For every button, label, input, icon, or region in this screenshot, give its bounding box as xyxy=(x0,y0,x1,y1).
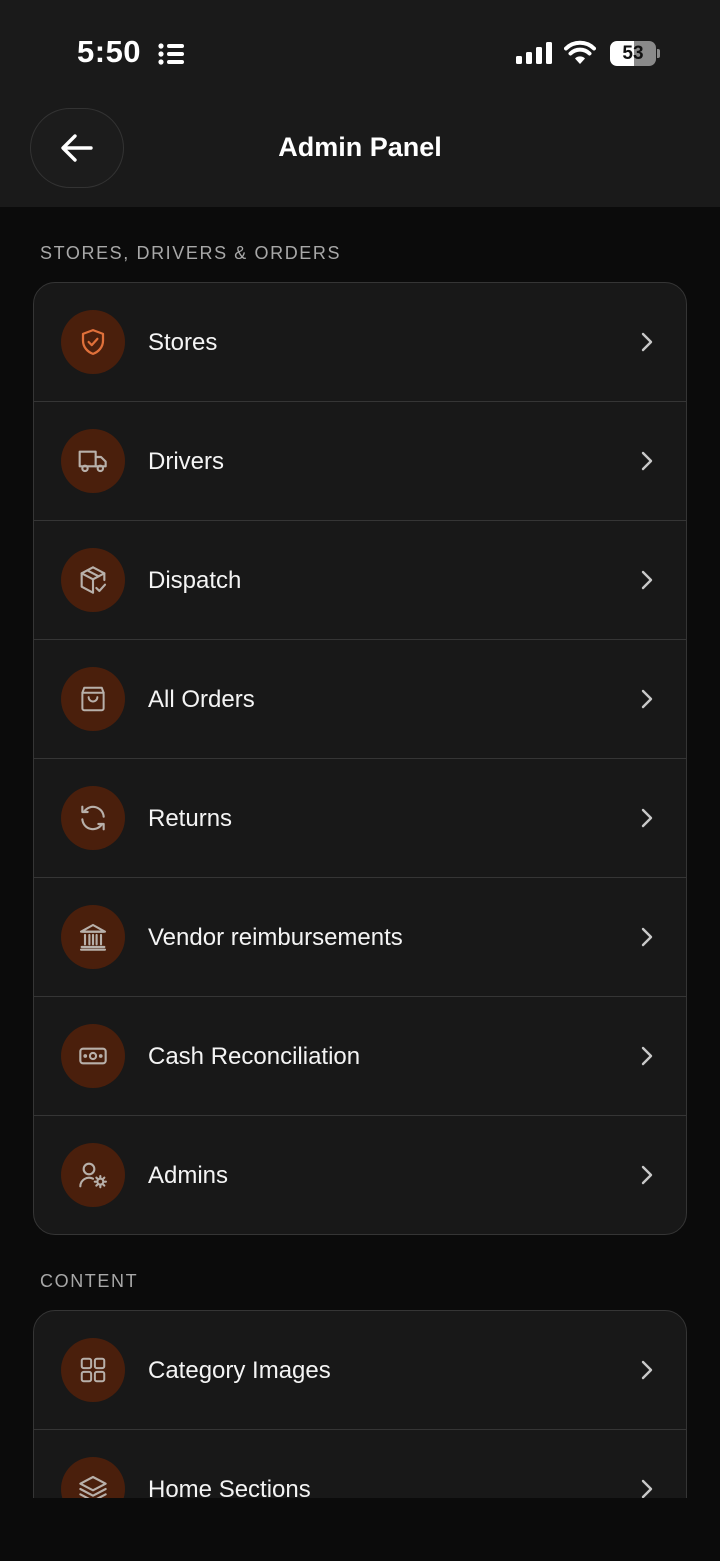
menu-item-vendor-reimbursements[interactable]: Vendor reimbursements xyxy=(34,878,686,997)
chevron-right-icon xyxy=(641,1360,653,1380)
menu-item-label: Dispatch xyxy=(148,567,242,594)
cellular-signal-icon xyxy=(516,42,552,64)
chevron-right-icon xyxy=(641,332,653,352)
header-bar: 5:50 53 Admin Panel xyxy=(0,0,720,207)
list-icon xyxy=(158,43,184,65)
menu-item-admins[interactable]: Admins xyxy=(34,1116,686,1234)
battery-percent: 53 xyxy=(622,43,644,64)
battery-indicator: 53 xyxy=(610,41,656,66)
chevron-right-icon xyxy=(641,1479,653,1499)
chevron-right-icon xyxy=(641,689,653,709)
battery-nub xyxy=(657,49,660,58)
menu-item-label: Stores xyxy=(148,329,218,356)
section-card-stores-drivers-orders: Stores Drivers Dispatch All Orders Retur… xyxy=(33,282,687,1235)
menu-item-cash-reconciliation[interactable]: Cash Reconciliation xyxy=(34,997,686,1116)
wifi-icon xyxy=(564,40,596,64)
status-time: 5:50 xyxy=(77,34,142,69)
shopping-bag-icon xyxy=(81,686,105,712)
banknote-icon xyxy=(79,1047,107,1065)
menu-item-label: Admins xyxy=(148,1162,229,1189)
menu-item-label: Returns xyxy=(148,805,233,832)
menu-item-drivers[interactable]: Drivers xyxy=(34,402,686,521)
package-check-icon xyxy=(80,566,107,594)
shield-check-icon xyxy=(81,329,105,355)
chevron-right-icon xyxy=(641,927,653,947)
chevron-right-icon xyxy=(641,451,653,471)
chevron-right-icon xyxy=(641,1165,653,1185)
chevron-right-icon xyxy=(641,570,653,590)
menu-item-stores[interactable]: Stores xyxy=(34,283,686,402)
chevron-right-icon xyxy=(641,808,653,828)
section-label-stores-drivers-orders: STORES, DRIVERS & ORDERS xyxy=(40,243,342,263)
page-title: Admin Panel xyxy=(278,132,442,162)
refresh-icon xyxy=(81,805,105,831)
menu-item-all-orders[interactable]: All Orders xyxy=(34,640,686,759)
bottom-safe-area xyxy=(0,1498,720,1561)
grid-icon xyxy=(80,1357,106,1383)
menu-item-label: All Orders xyxy=(148,686,255,713)
menu-item-label: Drivers xyxy=(148,448,224,475)
menu-item-dispatch[interactable]: Dispatch xyxy=(34,521,686,640)
admin-panel-screen: 5:50 53 Admin Panel STORES, DRIVERS & OR… xyxy=(0,0,720,1561)
truck-icon xyxy=(78,450,107,473)
menu-item-label: Category Images xyxy=(148,1357,331,1384)
chevron-right-icon xyxy=(641,1046,653,1066)
menu-item-category-images[interactable]: Category Images xyxy=(34,1311,686,1430)
menu-item-label: Cash Reconciliation xyxy=(148,1043,361,1070)
section-label-content: CONTENT xyxy=(40,1271,139,1291)
menu-item-label: Vendor reimbursements xyxy=(148,924,403,951)
bank-icon xyxy=(79,923,107,951)
menu-item-returns[interactable]: Returns xyxy=(34,759,686,878)
user-cog-icon xyxy=(79,1162,107,1189)
